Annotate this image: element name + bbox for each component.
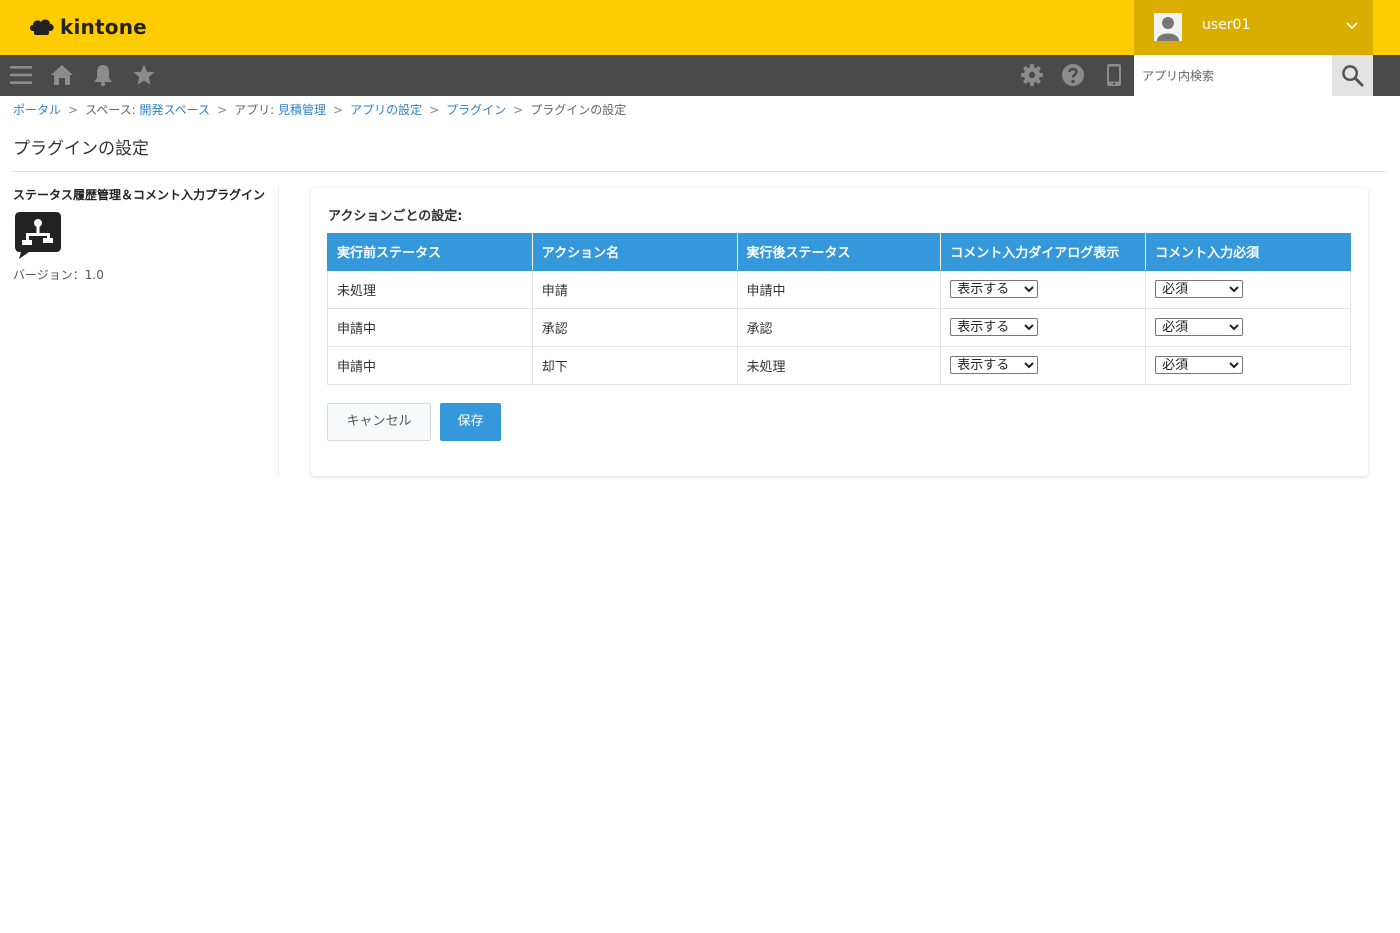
comment-dialog-cell: 表示する <box>940 269 1147 309</box>
page-title: プラグインの設定 <box>13 139 149 159</box>
before-status-cell: 申請中 <box>327 307 533 347</box>
breadcrumb-space[interactable]: 開発スペース <box>140 103 211 117</box>
comment-dialog-select[interactable]: 表示する <box>950 356 1039 374</box>
app-name: kintone <box>60 15 147 39</box>
kintone-logo-icon <box>30 19 54 35</box>
before-status-cell: 申請中 <box>327 345 533 385</box>
breadcrumb-separator: > <box>513 103 524 117</box>
comment-dialog-select[interactable]: 表示する <box>950 280 1039 298</box>
after-status-cell: 未処理 <box>736 345 942 385</box>
before-status-cell: 未処理 <box>327 269 533 309</box>
help-icon[interactable] <box>1061 63 1085 87</box>
comment-required-select[interactable]: 必須 <box>1155 356 1244 374</box>
comment-dialog-cell: 表示する <box>940 307 1147 347</box>
action-name-cell: 申請 <box>531 269 738 309</box>
title-divider <box>13 171 1386 172</box>
table-header-row: 実行前ステータス アクション名 実行後ステータス コメント入力ダイアログ表示 コ… <box>327 233 1351 271</box>
cancel-button[interactable]: キャンセル <box>327 403 431 441</box>
column-header-comment-required: コメント入力必須 <box>1145 233 1351 271</box>
breadcrumb-separator: > <box>429 103 440 117</box>
menu-icon[interactable] <box>9 63 33 87</box>
kintone-logo[interactable]: kintone <box>29 13 147 41</box>
column-header-action-name: アクション名 <box>531 233 737 271</box>
table-row: 申請中 却下 未処理 表示する 必須 <box>327 345 1351 385</box>
save-button[interactable]: 保存 <box>440 403 501 441</box>
search-icon <box>1342 65 1364 87</box>
breadcrumb-app-prefix: アプリ: <box>234 103 278 117</box>
breadcrumb-separator: > <box>217 103 228 117</box>
after-status-cell: 申請中 <box>736 269 942 309</box>
chevron-down-icon <box>1346 22 1358 30</box>
avatar-icon <box>1154 13 1182 41</box>
table-row: 未処理 申請 申請中 表示する 必須 <box>327 269 1351 309</box>
user-menu[interactable]: user01 <box>1134 0 1373 55</box>
comment-required-cell: 必須 <box>1145 269 1351 309</box>
user-name: user01 <box>1202 17 1251 33</box>
comment-dialog-select[interactable]: 表示する <box>950 318 1039 336</box>
comment-required-select[interactable]: 必須 <box>1155 280 1244 298</box>
star-icon[interactable] <box>132 63 156 87</box>
gear-icon[interactable] <box>1020 63 1044 87</box>
breadcrumb-app[interactable]: 見積管理 <box>278 103 326 117</box>
mobile-icon[interactable] <box>1102 63 1126 87</box>
settings-card: アクションごとの設定: 実行前ステータス アクション名 実行後ステータス コメン… <box>311 188 1368 476</box>
breadcrumb-app-settings[interactable]: アプリの設定 <box>350 103 422 117</box>
plugin-flow-icon <box>15 212 61 259</box>
breadcrumb-separator: > <box>68 103 79 117</box>
bell-icon[interactable] <box>91 63 115 87</box>
plugin-name: ステータス履歴管理＆コメント入力プラグイン <box>13 188 266 202</box>
comment-dialog-cell: 表示する <box>940 345 1147 385</box>
breadcrumb-space-prefix: スペース: <box>85 103 140 117</box>
section-label: アクションごとの設定: <box>328 209 463 224</box>
top-header: kintone user01 <box>0 0 1400 55</box>
column-header-before-status: 実行前ステータス <box>327 233 533 271</box>
after-status-cell: 承認 <box>736 307 942 347</box>
breadcrumb-current: プラグインの設定 <box>530 103 627 117</box>
plugin-version: バージョン：1.0 <box>13 268 104 282</box>
action-name-cell: 承認 <box>531 307 738 347</box>
breadcrumb-portal[interactable]: ポータル <box>13 103 61 117</box>
comment-required-select[interactable]: 必須 <box>1155 318 1244 336</box>
search-button[interactable] <box>1332 55 1373 96</box>
action-name-cell: 却下 <box>531 345 738 385</box>
home-icon[interactable] <box>50 63 74 87</box>
comment-required-cell: 必須 <box>1145 345 1351 385</box>
sidebar-divider <box>278 186 279 476</box>
column-header-comment-dialog: コメント入力ダイアログ表示 <box>940 233 1146 271</box>
breadcrumb-plugins[interactable]: プラグイン <box>446 103 506 117</box>
column-header-after-status: 実行後ステータス <box>736 233 941 271</box>
breadcrumb: ポータル > スペース: 開発スペース > アプリ: 見積管理 > アプリの設定 > プラグイン… <box>13 101 626 118</box>
breadcrumb-separator: > <box>333 103 344 117</box>
comment-required-cell: 必須 <box>1145 307 1351 347</box>
app-search-input[interactable] <box>1134 55 1332 96</box>
action-settings-table: 実行前ステータス アクション名 実行後ステータス コメント入力ダイアログ表示 コ… <box>327 233 1351 385</box>
table-row: 申請中 承認 承認 表示する 必須 <box>327 307 1351 347</box>
